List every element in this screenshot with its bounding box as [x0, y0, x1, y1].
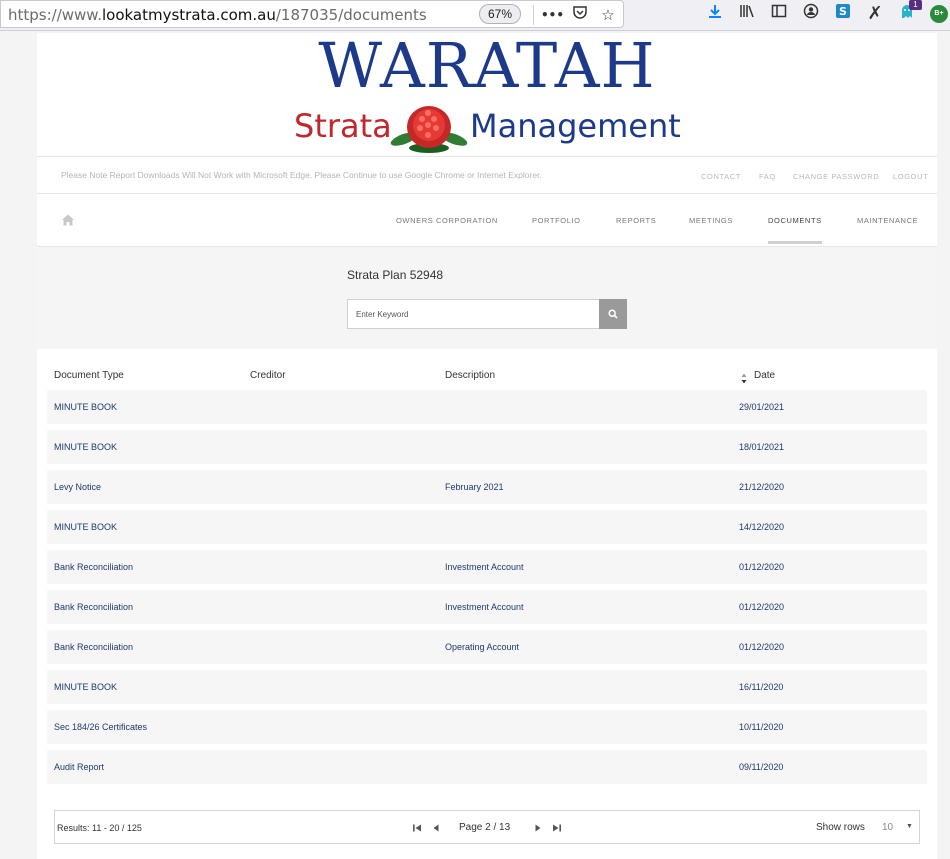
pagination-bar: Results: 11 - 20 / 125 Page 2 / 13 Show … — [54, 810, 920, 844]
next-page-icon[interactable] — [533, 823, 543, 833]
rows-per-page-select[interactable]: 10 ▼ — [878, 817, 918, 839]
more-actions-icon[interactable]: ••• — [541, 4, 564, 26]
nav-portfolio[interactable]: PORTFOLIO — [532, 216, 581, 225]
cell-date: 01/12/2020 — [739, 642, 785, 652]
main-nav: OWNERS CORPORATION PORTFOLIO REPORTS MEE… — [37, 194, 937, 247]
cell-document-type[interactable]: Bank Reconciliation — [54, 642, 133, 652]
cell-date: 14/12/2020 — [739, 522, 785, 532]
url-text[interactable]: https://www.lookatmystrata.com.au/187035… — [8, 6, 427, 24]
cell-date: 10/11/2020 — [739, 722, 784, 732]
rows-per-page-value: 10 — [882, 822, 894, 833]
active-tab-underline — [768, 241, 822, 244]
cell-date: 01/12/2020 — [739, 602, 785, 612]
strata-plan-title: Strata Plan 52948 — [347, 268, 444, 282]
pocket-icon[interactable] — [569, 4, 591, 26]
cell-document-type[interactable]: Sec 184/26 Certificates — [54, 722, 147, 732]
url-separator — [533, 5, 534, 25]
home-icon[interactable] — [61, 213, 75, 227]
cell-document-type[interactable]: MINUTE BOOK — [54, 442, 117, 452]
search-button[interactable] — [599, 299, 627, 329]
cell-date: 01/12/2020 — [739, 562, 785, 572]
nav-maintenance[interactable]: MAINTENANCE — [857, 216, 918, 225]
address-bar[interactable]: https://www.lookatmystrata.com.au/187035… — [0, 0, 624, 28]
last-page-icon[interactable] — [552, 823, 562, 833]
cell-document-type[interactable]: Bank Reconciliation — [54, 562, 133, 572]
cell-document-type[interactable]: Bank Reconciliation — [54, 602, 133, 612]
faq-link[interactable]: FAQ — [759, 172, 776, 181]
cell-date: 09/11/2020 — [739, 762, 784, 772]
table-row[interactable]: Sec 184/26 Certificates 10/11/2020 — [47, 710, 927, 744]
sort-icon[interactable] — [741, 373, 747, 384]
logo-bottom: Strata Management — [294, 106, 681, 153]
zoom-level-badge[interactable]: 67% — [479, 4, 521, 24]
nav-reports[interactable]: REPORTS — [616, 216, 656, 225]
nav-documents[interactable]: DOCUMENTS — [768, 216, 822, 225]
logout-link[interactable]: LOGOUT — [893, 172, 928, 181]
contact-link[interactable]: CONTACT — [701, 172, 741, 181]
sidebar-icon[interactable] — [768, 3, 790, 25]
nav-owners-corporation[interactable]: OWNERS CORPORATION — [396, 216, 498, 225]
table-row[interactable]: Audit Report 09/11/2020 — [47, 750, 927, 784]
header-date[interactable]: Date — [754, 370, 775, 381]
cell-description: Investment Account — [445, 562, 524, 572]
keyword-search-input[interactable] — [347, 299, 600, 329]
skype-extension-icon[interactable]: S — [832, 3, 854, 25]
logo-top-text: WARATAH — [318, 29, 656, 102]
logo-management-text: Management — [470, 107, 681, 145]
table-row[interactable]: MINUTE BOOK 18/01/2021 — [47, 430, 927, 464]
header-description[interactable]: Description — [445, 370, 495, 381]
search-panel: Strata Plan 52948 — [37, 247, 937, 349]
cell-date: 16/11/2020 — [739, 682, 784, 692]
svg-text:S: S — [839, 5, 847, 18]
cell-date: 29/01/2021 — [739, 402, 785, 412]
notice-bar: Please Note Report Downloads Will Not Wo… — [37, 156, 937, 194]
results-count: Results: 11 - 20 / 125 — [57, 823, 142, 833]
logo-strata-text: Strata — [294, 107, 392, 145]
cell-description: Operating Account — [445, 642, 520, 652]
browser-notice: Please Note Report Downloads Will Not Wo… — [61, 170, 542, 180]
notification-badge: 1 — [909, 0, 922, 10]
header-creditor[interactable]: Creditor — [250, 370, 286, 381]
change-password-link[interactable]: CHANGE PASSWORD — [793, 172, 879, 181]
chevron-down-icon: ▼ — [906, 823, 913, 830]
cell-date: 21/12/2020 — [739, 482, 785, 492]
bookmark-star-icon[interactable]: ☆ — [597, 4, 619, 26]
library-icon[interactable] — [736, 3, 758, 25]
cell-date: 18/01/2021 — [739, 442, 785, 452]
table-row[interactable]: Bank Reconciliation Investment Account 01/… — [47, 590, 927, 624]
cell-document-type[interactable]: MINUTE BOOK — [54, 402, 117, 412]
table-row[interactable]: MINUTE BOOK 29/01/2021 — [47, 390, 927, 424]
cell-document-type[interactable]: MINUTE BOOK — [54, 682, 117, 692]
waratah-logo[interactable]: WARATAH Strata Management — [294, 29, 681, 156]
table-row[interactable]: MINUTE BOOK 16/11/2020 — [47, 670, 927, 704]
previous-page-icon[interactable] — [431, 823, 441, 833]
header-document-type[interactable]: Document Type — [54, 370, 124, 381]
page-indicator: Page 2 / 13 — [459, 822, 511, 833]
table-row[interactable]: Bank Reconciliation Investment Account 01/… — [47, 550, 927, 584]
profile-extension-icon[interactable]: B+ — [930, 5, 948, 23]
table-row[interactable]: Bank Reconciliation Operating Account 01/1… — [47, 630, 927, 664]
download-icon[interactable] — [704, 3, 726, 25]
search-icon — [608, 309, 618, 319]
show-rows-label: Show rows — [816, 822, 865, 833]
page-container: WARATAH Strata Management Please Note Re… — [37, 29, 937, 859]
account-icon[interactable] — [800, 3, 822, 25]
waratah-flower-icon — [390, 106, 468, 153]
cell-document-type[interactable]: Levy Notice — [54, 482, 101, 492]
cell-document-type[interactable]: Audit Report — [54, 762, 104, 772]
cell-document-type[interactable]: MINUTE BOOK — [54, 522, 117, 532]
cell-description: February 2021 — [445, 482, 504, 492]
table-row[interactable]: Levy Notice February 2021 21/12/2020 — [47, 470, 927, 504]
cell-description: Investment Account — [445, 602, 524, 612]
browser-toolbar: https://www.lookatmystrata.com.au/187035… — [0, 0, 950, 31]
table-row[interactable]: MINUTE BOOK 14/12/2020 — [47, 510, 927, 544]
x-extension-icon[interactable]: ✗ — [864, 3, 886, 25]
first-page-icon[interactable] — [412, 823, 422, 833]
nav-meetings[interactable]: MEETINGS — [689, 216, 733, 225]
